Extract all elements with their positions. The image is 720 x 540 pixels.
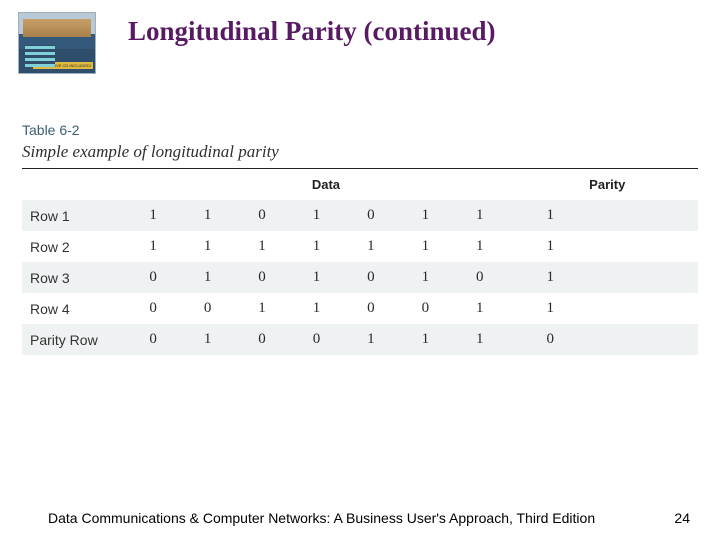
slide-header: INTERACTIVE CD INCLUDED! Longitudinal Pa… bbox=[0, 0, 720, 74]
table-figure: Table 6-2 Simple example of longitudinal… bbox=[0, 74, 720, 355]
bit-cell: 0 bbox=[353, 262, 407, 293]
bit-cell: 1 bbox=[462, 200, 516, 231]
slide-title: Longitudinal Parity (continued) bbox=[128, 16, 496, 47]
row-label: Row 1 bbox=[22, 200, 135, 231]
row-label: Row 2 bbox=[22, 231, 135, 262]
col-blank bbox=[22, 169, 135, 200]
bit-cell: 0 bbox=[244, 324, 298, 355]
bit-cell: 1 bbox=[244, 231, 298, 262]
bit-cell: 0 bbox=[190, 293, 244, 324]
bit-cell: 1 bbox=[462, 293, 516, 324]
bit-cell: 0 bbox=[299, 324, 353, 355]
bit-cell: 1 bbox=[408, 262, 462, 293]
table-row: Row 3 0 1 0 1 0 1 0 1 bbox=[22, 262, 698, 293]
bit-cell: 1 bbox=[244, 293, 298, 324]
col-parity-header: Parity bbox=[516, 169, 698, 200]
parity-table: Data Parity Row 1 1 1 0 1 0 1 1 1 Row 2 … bbox=[22, 169, 698, 355]
bit-cell: 1 bbox=[299, 262, 353, 293]
bit-cell: 1 bbox=[299, 200, 353, 231]
parity-cell: 1 bbox=[516, 200, 698, 231]
bit-cell: 1 bbox=[299, 231, 353, 262]
bit-cell: 1 bbox=[408, 231, 462, 262]
cd-tag: INTERACTIVE CD INCLUDED! bbox=[33, 62, 93, 69]
bit-cell: 1 bbox=[299, 293, 353, 324]
bit-cell: 0 bbox=[135, 262, 189, 293]
bit-cell: 0 bbox=[244, 200, 298, 231]
bit-cell: 0 bbox=[135, 293, 189, 324]
slide-footer: Data Communications & Computer Networks:… bbox=[0, 510, 720, 526]
table-header-row: Data Parity bbox=[22, 169, 698, 200]
table-row: Row 1 1 1 0 1 0 1 1 1 bbox=[22, 200, 698, 231]
col-data-header: Data bbox=[135, 169, 516, 200]
bit-cell: 0 bbox=[408, 293, 462, 324]
table-caption: Simple example of longitudinal parity bbox=[22, 142, 698, 162]
page-number: 24 bbox=[674, 510, 690, 526]
bit-cell: 0 bbox=[135, 324, 189, 355]
bit-cell: 1 bbox=[353, 324, 407, 355]
bit-cell: 1 bbox=[190, 200, 244, 231]
row-label: Row 4 bbox=[22, 293, 135, 324]
bit-cell: 1 bbox=[190, 262, 244, 293]
parity-cell: 1 bbox=[516, 293, 698, 324]
bit-cell: 0 bbox=[244, 262, 298, 293]
row-label: Parity Row bbox=[22, 324, 135, 355]
table-row: Row 4 0 0 1 1 0 0 1 1 bbox=[22, 293, 698, 324]
bit-cell: 1 bbox=[462, 324, 516, 355]
bit-cell: 1 bbox=[408, 200, 462, 231]
bit-cell: 0 bbox=[353, 293, 407, 324]
bit-cell: 1 bbox=[190, 324, 244, 355]
bit-cell: 0 bbox=[353, 200, 407, 231]
parity-cell: 1 bbox=[516, 231, 698, 262]
footer-text: Data Communications & Computer Networks:… bbox=[48, 510, 595, 526]
bit-cell: 1 bbox=[190, 231, 244, 262]
bit-cell: 1 bbox=[135, 200, 189, 231]
bit-cell: 1 bbox=[408, 324, 462, 355]
parity-cell: 1 bbox=[516, 262, 698, 293]
bit-cell: 1 bbox=[462, 231, 516, 262]
table-number: Table 6-2 bbox=[22, 122, 698, 138]
bit-cell: 0 bbox=[462, 262, 516, 293]
bit-cell: 1 bbox=[135, 231, 189, 262]
bit-cell: 1 bbox=[353, 231, 407, 262]
book-cover-thumbnail: INTERACTIVE CD INCLUDED! bbox=[18, 12, 96, 74]
table-row: Parity Row 0 1 0 0 1 1 1 0 bbox=[22, 324, 698, 355]
row-label: Row 3 bbox=[22, 262, 135, 293]
table-row: Row 2 1 1 1 1 1 1 1 1 bbox=[22, 231, 698, 262]
parity-cell: 0 bbox=[516, 324, 698, 355]
